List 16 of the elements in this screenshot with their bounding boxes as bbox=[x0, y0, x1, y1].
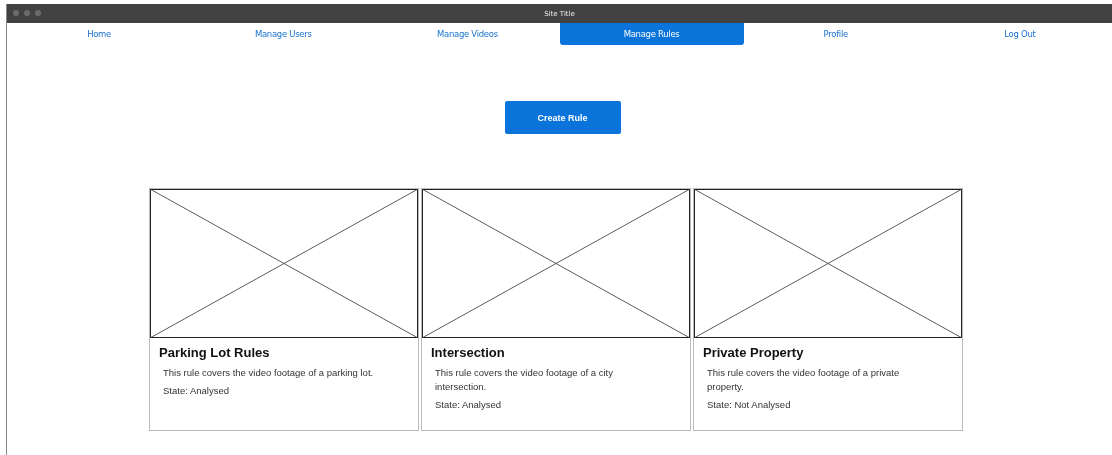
rule-title: Intersection bbox=[431, 345, 506, 360]
rule-description: This rule covers the video footage of a private property. bbox=[707, 366, 901, 394]
rule-state: State: Analysed bbox=[435, 399, 503, 410]
nav-tab[interactable]: Log Out bbox=[927, 23, 1112, 45]
rule-title: Parking Lot Rules bbox=[159, 345, 271, 360]
rule-state: State: Not Analysed bbox=[707, 399, 792, 410]
nav-tab[interactable]: Manage Rules bbox=[559, 23, 744, 45]
nav-tab[interactable]: Home bbox=[7, 23, 192, 45]
nav-tab[interactable]: Profile bbox=[743, 23, 928, 45]
create-rule-button[interactable]: Create Rule bbox=[504, 101, 621, 134]
rule-description: This rule covers the video footage of a parking lot. bbox=[163, 366, 375, 380]
nav-tab[interactable]: Manage Users bbox=[191, 23, 376, 45]
rule-title: Private Property bbox=[703, 345, 805, 360]
rule-state: State: Analysed bbox=[163, 385, 231, 396]
rule-description: This rule covers the video footage of a city intersection. bbox=[435, 366, 614, 394]
nav-tab[interactable]: Manage Videos bbox=[375, 23, 560, 45]
